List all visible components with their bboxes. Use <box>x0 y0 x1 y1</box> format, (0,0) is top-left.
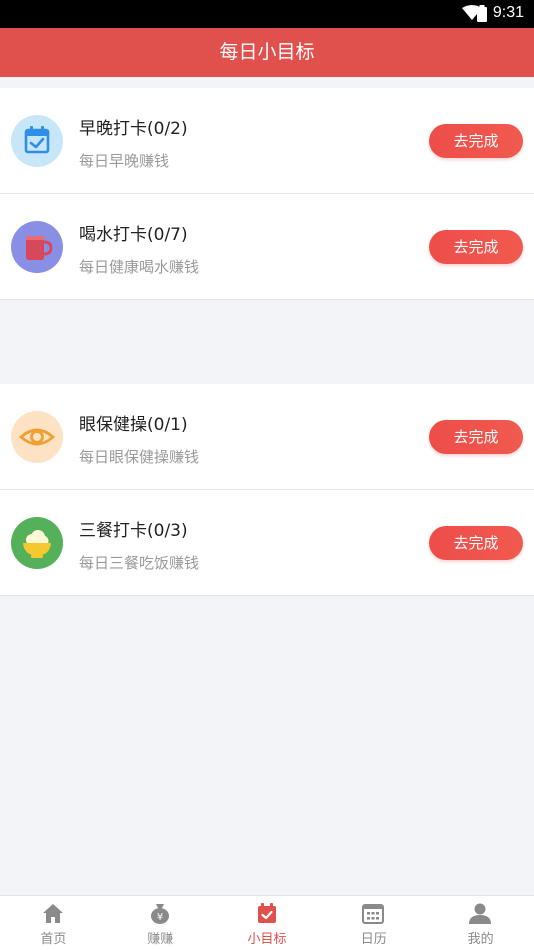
task-card-morning-evening: 早晚打卡(0/2) 每日早晚赚钱 去完成 <box>0 88 534 194</box>
svg-text:¥: ¥ <box>157 912 163 923</box>
profile-icon <box>469 903 492 924</box>
calendar-check-icon <box>11 115 63 167</box>
tab-label: 日历 <box>360 932 387 947</box>
calendar-check-icon <box>257 903 276 923</box>
mug-icon <box>11 221 63 273</box>
status-time: 9:31 <box>492 4 524 21</box>
task-card-water: 喝水打卡(0/7) 每日健康喝水赚钱 去完成 <box>0 194 534 300</box>
go-complete-button[interactable]: 去完成 <box>429 230 523 264</box>
task-subtitle: 每日三餐吃饭赚钱 <box>79 554 200 572</box>
tab-profile[interactable]: 我的 <box>427 896 534 950</box>
task-card-eye-exercise: 眼保健操(0/1) 每日眼保健操赚钱 去完成 <box>0 384 534 490</box>
home-icon <box>43 904 63 923</box>
money-bag-icon: ¥ <box>150 904 169 924</box>
task-subtitle: 每日健康喝水赚钱 <box>79 258 200 276</box>
tab-goals[interactable]: 小目标 <box>214 896 321 950</box>
task-title: 眼保健操(0/1) <box>79 415 188 435</box>
tab-earn[interactable]: ¥ 赚赚 <box>107 896 214 950</box>
go-complete-button[interactable]: 去完成 <box>429 420 523 454</box>
task-list-2: 眼保健操(0/1) 每日眼保健操赚钱 去完成 三餐打卡(0/3) 每日三餐吃饭赚… <box>0 384 534 596</box>
go-complete-button[interactable]: 去完成 <box>429 526 523 560</box>
go-complete-button[interactable]: 去完成 <box>429 124 523 158</box>
tab-calendar[interactable]: 日历 <box>320 896 427 950</box>
task-title: 早晚打卡(0/2) <box>79 119 188 139</box>
status-bar: 9:31 <box>0 0 534 28</box>
tab-label: 赚赚 <box>147 932 174 947</box>
task-subtitle: 每日早晚赚钱 <box>79 152 170 170</box>
calendar-icon <box>362 904 385 924</box>
task-subtitle: 每日眼保健操赚钱 <box>79 448 200 466</box>
tab-label: 首页 <box>40 932 67 947</box>
task-list-1: 早晚打卡(0/2) 每日早晚赚钱 去完成 喝水打卡(0/7) 每日健康喝水赚钱 … <box>0 88 534 300</box>
battery-icon <box>477 5 487 26</box>
eye-icon <box>11 411 63 463</box>
rice-bowl-icon <box>11 517 63 569</box>
tab-home[interactable]: 首页 <box>0 896 107 950</box>
task-title: 喝水打卡(0/7) <box>79 225 188 245</box>
page-title: 每日小目标 <box>0 28 534 77</box>
tab-label: 我的 <box>467 932 494 947</box>
task-card-three-meals: 三餐打卡(0/3) 每日三餐吃饭赚钱 去完成 <box>0 490 534 596</box>
task-title: 三餐打卡(0/3) <box>79 521 188 541</box>
bottom-tab-bar: 首页 ¥ 赚赚 小目标 日历 我的 <box>0 895 534 950</box>
tab-label: 小目标 <box>247 932 287 947</box>
